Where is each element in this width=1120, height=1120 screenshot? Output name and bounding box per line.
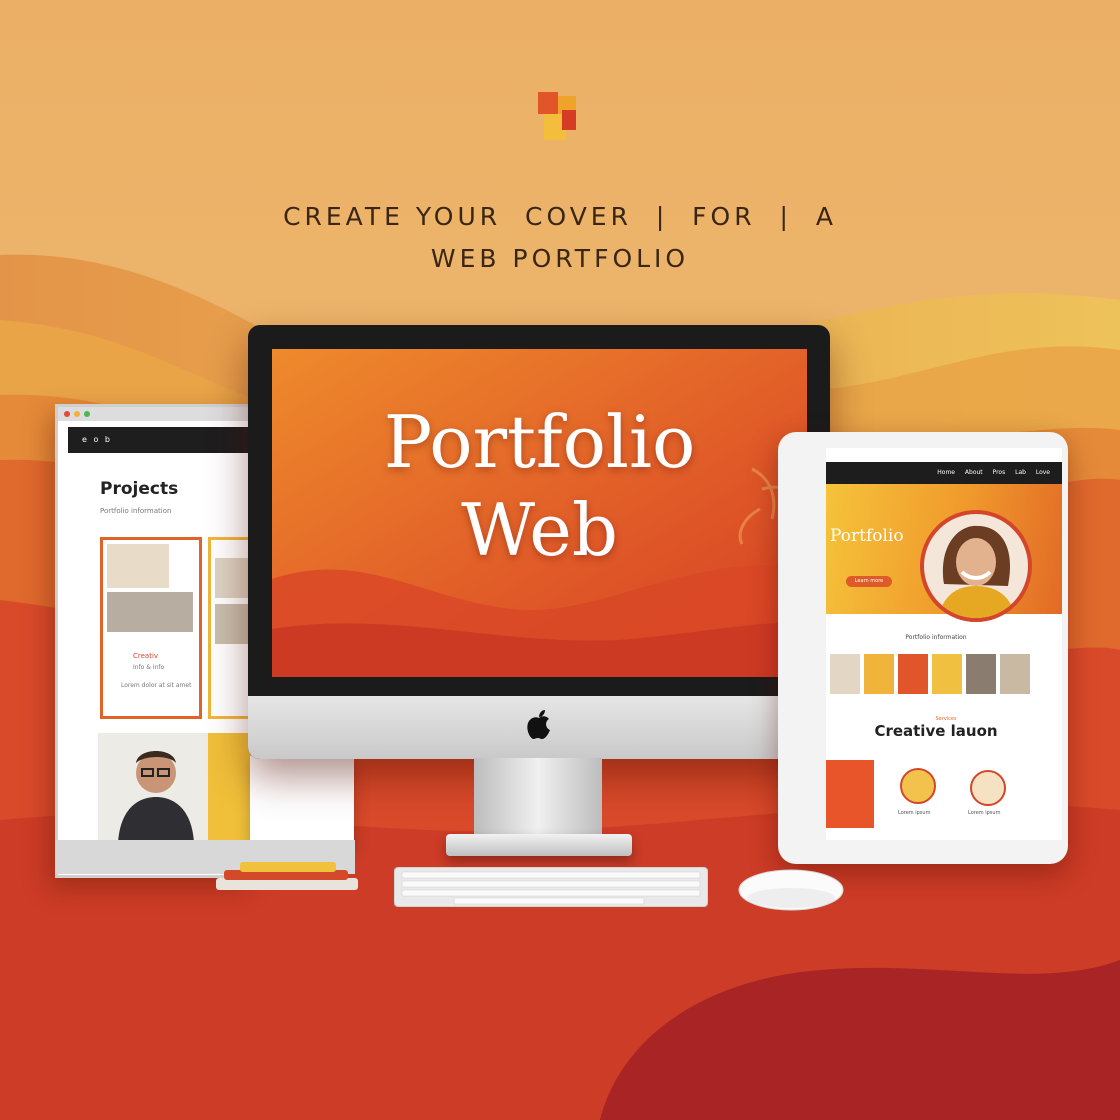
maximize-dot-icon	[84, 411, 90, 417]
project-thumb	[107, 592, 193, 632]
imac-stand	[474, 758, 602, 840]
tablet-nav: Home About Pros Lab Love	[826, 462, 1062, 484]
close-dot-icon	[64, 411, 70, 417]
screen-hero-title: Portfolio Web	[272, 398, 807, 574]
gallery-thumb	[932, 654, 962, 694]
team-avatar	[900, 768, 936, 804]
tablet-caption: Portfolio information	[905, 634, 967, 641]
project-card: Creativ Info & Info Lorem dolor at sit a…	[100, 537, 202, 719]
left-projects-subtitle: Portfolio information	[100, 507, 172, 515]
card-label: Creativ	[133, 652, 159, 660]
tablet-feature-card	[826, 760, 874, 828]
minimize-dot-icon	[74, 411, 80, 417]
tablet-screen: Home About Pros Lab Love Portfolio Learn…	[826, 448, 1062, 840]
logo-icon	[538, 92, 576, 140]
profile-photo	[98, 733, 208, 843]
imac-stand-base	[446, 834, 632, 856]
tablet-hero-title: Portfolio	[830, 526, 904, 546]
team-caption: Lorem ipsum	[898, 810, 931, 816]
screen-title-line-1: Portfolio	[383, 400, 696, 484]
apple-logo-icon	[527, 710, 550, 739]
project-thumb	[107, 544, 169, 588]
mouse	[738, 869, 844, 911]
gallery-thumb	[830, 654, 860, 694]
tablet-section-title: Creative lauon	[874, 722, 998, 740]
headline-line-1: CREATE YOUR COVER | FOR | A	[283, 202, 837, 231]
avatar	[920, 510, 1032, 622]
notebooks	[216, 862, 358, 890]
screen-title-line-2: Web	[461, 488, 618, 572]
woman-portrait	[938, 525, 1016, 618]
team-caption: Lorem ipsum	[968, 810, 1001, 816]
gallery-thumb	[898, 654, 928, 694]
gallery-thumb	[966, 654, 996, 694]
headline-line-2: WEB PORTFOLIO	[430, 244, 690, 273]
left-monitor-extension	[250, 756, 354, 846]
yellow-panel	[208, 733, 254, 843]
left-projects-title: Projects	[100, 479, 179, 499]
left-nav-bar: e o b	[68, 427, 254, 453]
gallery-thumb	[864, 654, 894, 694]
left-monitor-screen: e o b Projects Portfolio information Cre…	[55, 404, 254, 878]
tablet-hero-button[interactable]: Learn more	[846, 576, 892, 587]
person-illustration	[118, 751, 194, 843]
gallery-thumb	[1000, 654, 1030, 694]
card-line: Lorem dolor at sit amet	[121, 682, 192, 689]
team-avatar	[970, 770, 1006, 806]
card-sub: Info & Info	[133, 664, 165, 671]
headline: CREATE YOUR COVER | FOR | A WEB PORTFOLI…	[160, 196, 960, 280]
keyboard	[394, 867, 708, 907]
